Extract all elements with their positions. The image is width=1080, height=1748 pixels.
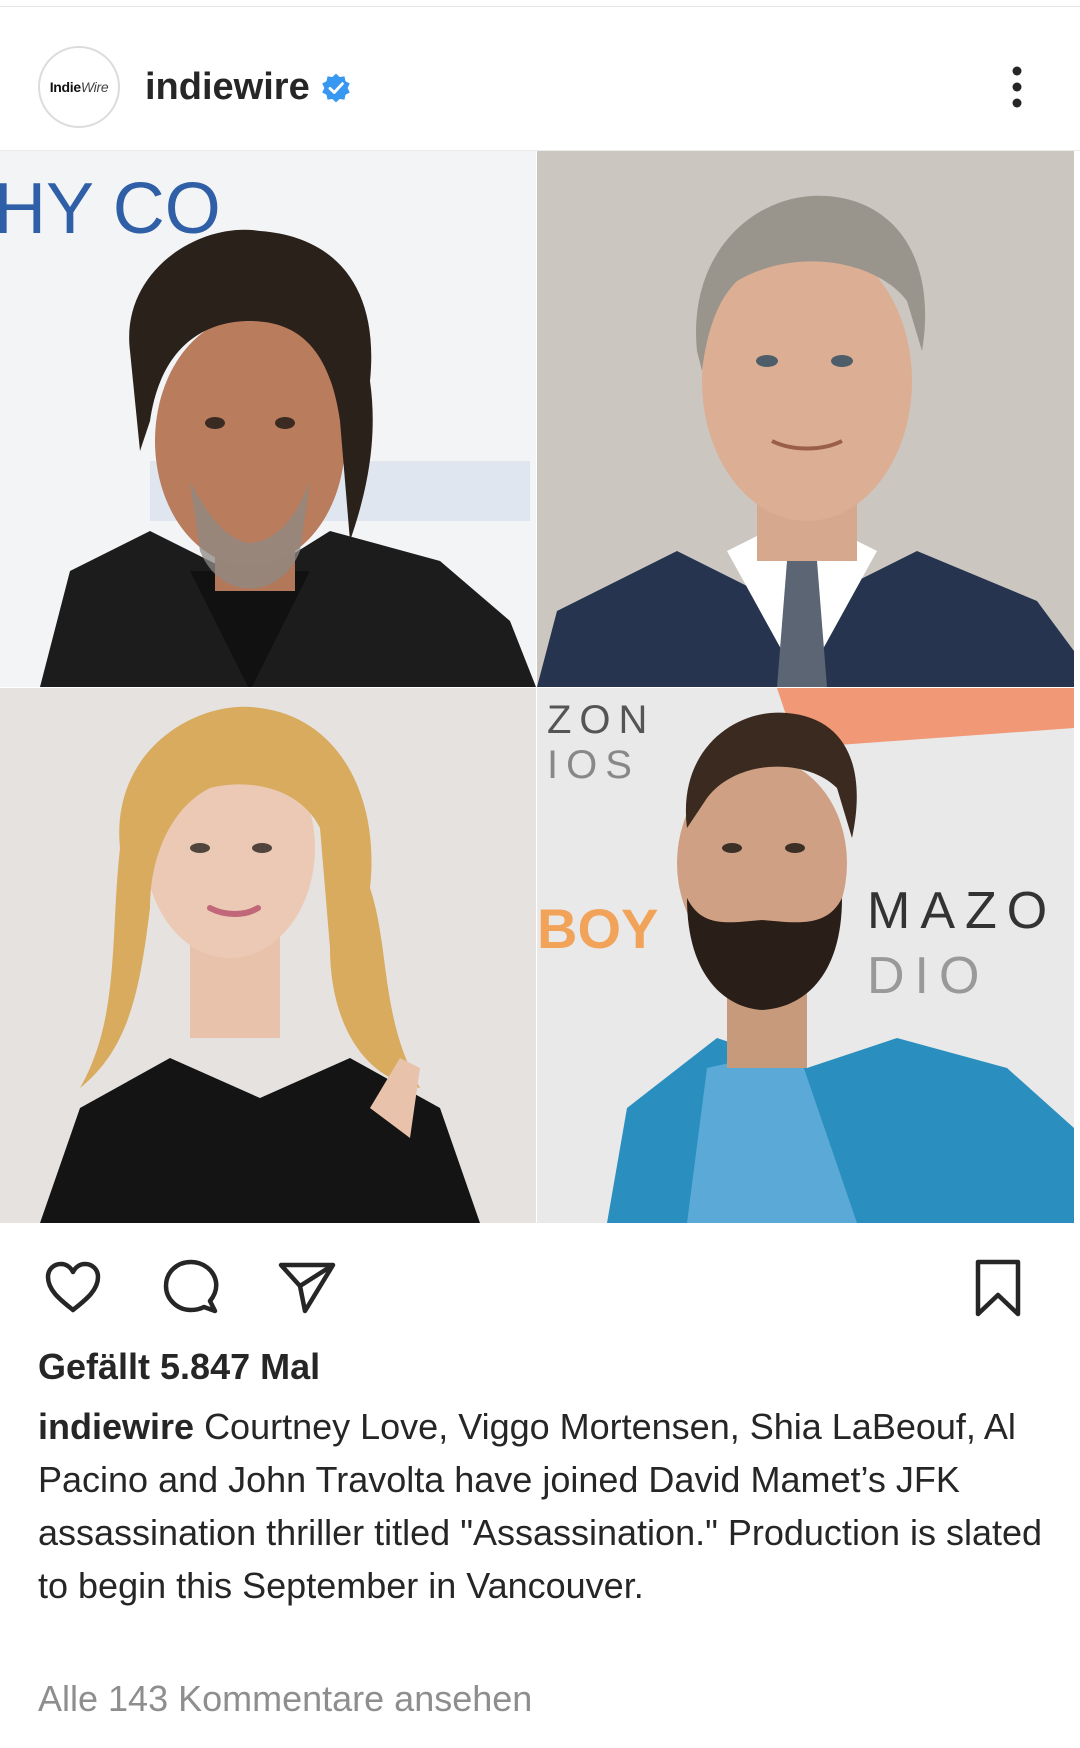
heart-icon[interactable]	[42, 1257, 104, 1319]
avatar-logo-part2: Wire	[80, 79, 109, 95]
post-caption: indiewire Courtney Love, Viggo Mortensen…	[38, 1400, 1048, 1612]
likes-count[interactable]: Gefällt 5.847 Mal	[38, 1346, 320, 1388]
svg-text:ZON: ZON	[547, 698, 655, 742]
verified-icon	[322, 73, 350, 103]
svg-text:BOY: BOY	[537, 897, 658, 960]
post-photo-grid[interactable]: HY CO ZON IOS BOY MAZO DIO	[0, 151, 1074, 1223]
svg-text:MAZO: MAZO	[867, 882, 1057, 940]
photo-viggo-mortensen	[537, 151, 1074, 687]
avatar-logo-part1: Indie	[49, 79, 81, 95]
post-action-bar	[0, 1245, 1080, 1325]
share-icon[interactable]	[276, 1257, 338, 1319]
comment-icon[interactable]	[160, 1257, 222, 1319]
view-comments-link[interactable]: Alle 143 Kommentare ansehen	[38, 1678, 532, 1720]
post-header: Indie Wire indiewire	[0, 6, 1080, 151]
avatar[interactable]: Indie Wire	[38, 46, 120, 128]
photo-backdrop-text: HY CO	[0, 169, 221, 249]
bookmark-icon[interactable]	[970, 1257, 1026, 1319]
photo-al-pacino: HY CO	[0, 151, 536, 687]
svg-text:DIO: DIO	[867, 947, 989, 1005]
svg-text:IOS: IOS	[547, 743, 640, 787]
post-username[interactable]: indiewire	[145, 66, 310, 109]
caption-username[interactable]: indiewire	[38, 1406, 194, 1447]
more-icon[interactable]	[1002, 64, 1032, 110]
photo-courtney-love	[0, 688, 536, 1223]
photo-shia-labeouf: ZON IOS BOY MAZO DIO	[537, 688, 1074, 1223]
